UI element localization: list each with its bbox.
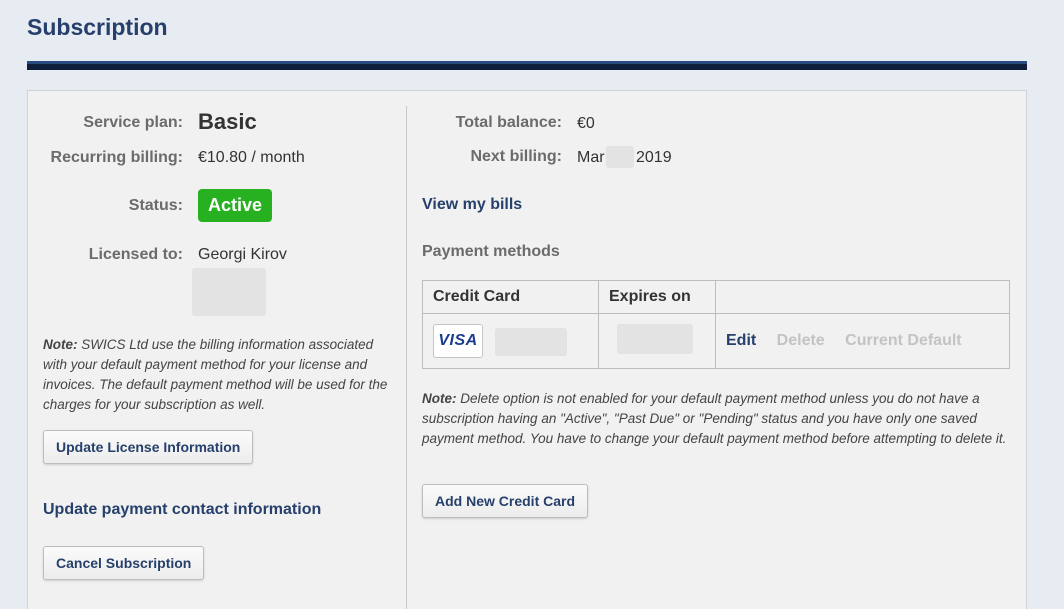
note-prefix: Note: <box>422 391 457 406</box>
page-title: Subscription <box>27 14 168 40</box>
license-note: Note: SWICS Ltd use the billing informat… <box>43 335 393 415</box>
column-header-credit-card: Credit Card <box>422 280 599 314</box>
table-row: VISA Edit Delete Current Default <box>422 313 1010 369</box>
payment-methods-heading: Payment methods <box>422 243 560 260</box>
note-text: Delete option is not enabled for your de… <box>422 391 1007 446</box>
next-billing-label: Next billing: <box>470 148 562 165</box>
next-billing-month: Mar <box>577 149 605 166</box>
note-text: SWICS Ltd use the billing information as… <box>43 337 388 412</box>
service-plan-label: Service plan: <box>83 114 183 131</box>
view-bills-link[interactable]: View my bills <box>422 196 522 214</box>
delete-card-link: Delete <box>776 332 825 349</box>
table-header-row: Credit Card Expires on <box>422 280 1010 314</box>
update-license-button[interactable]: Update License Information <box>43 430 254 464</box>
total-balance-value: €0 <box>577 115 595 132</box>
current-default-label: Current Default <box>845 332 962 349</box>
column-header-actions <box>715 280 1010 314</box>
redacted-expiry <box>617 324 693 354</box>
column-header-expires-on: Expires on <box>598 280 716 314</box>
recurring-billing-value: €10.80 / month <box>198 149 305 166</box>
note-prefix: Note: <box>43 337 78 352</box>
add-credit-card-button[interactable]: Add New Credit Card <box>422 484 589 518</box>
licensed-to-value: Georgi Kirov <box>198 246 287 263</box>
redacted-license-details <box>192 268 266 316</box>
licensed-to-label: Licensed to: <box>88 246 183 263</box>
recurring-billing-label: Recurring billing: <box>50 149 183 166</box>
actions-cell: Edit Delete Current Default <box>715 313 1010 369</box>
card-cell: VISA <box>422 313 599 369</box>
payment-methods-table: Credit Card Expires on VISA Edit Delete … <box>422 280 1010 369</box>
next-billing-year: 2019 <box>636 149 672 166</box>
status-badge: Active <box>198 189 272 222</box>
total-balance-label: Total balance: <box>455 114 562 131</box>
update-payment-contact-link[interactable]: Update payment contact information <box>43 501 321 519</box>
redacted-billing-day <box>606 146 634 168</box>
title-rule <box>27 61 1027 70</box>
visa-card-icon: VISA <box>433 324 483 358</box>
service-plan-value: Basic <box>198 109 257 134</box>
redacted-card-number <box>495 328 567 356</box>
edit-card-link[interactable]: Edit <box>726 332 756 349</box>
delete-note: Note: Delete option is not enabled for y… <box>422 389 1012 449</box>
cancel-subscription-button[interactable]: Cancel Subscription <box>43 546 205 580</box>
expires-cell <box>598 313 716 369</box>
column-divider <box>406 106 407 609</box>
status-label: Status: <box>128 197 183 214</box>
